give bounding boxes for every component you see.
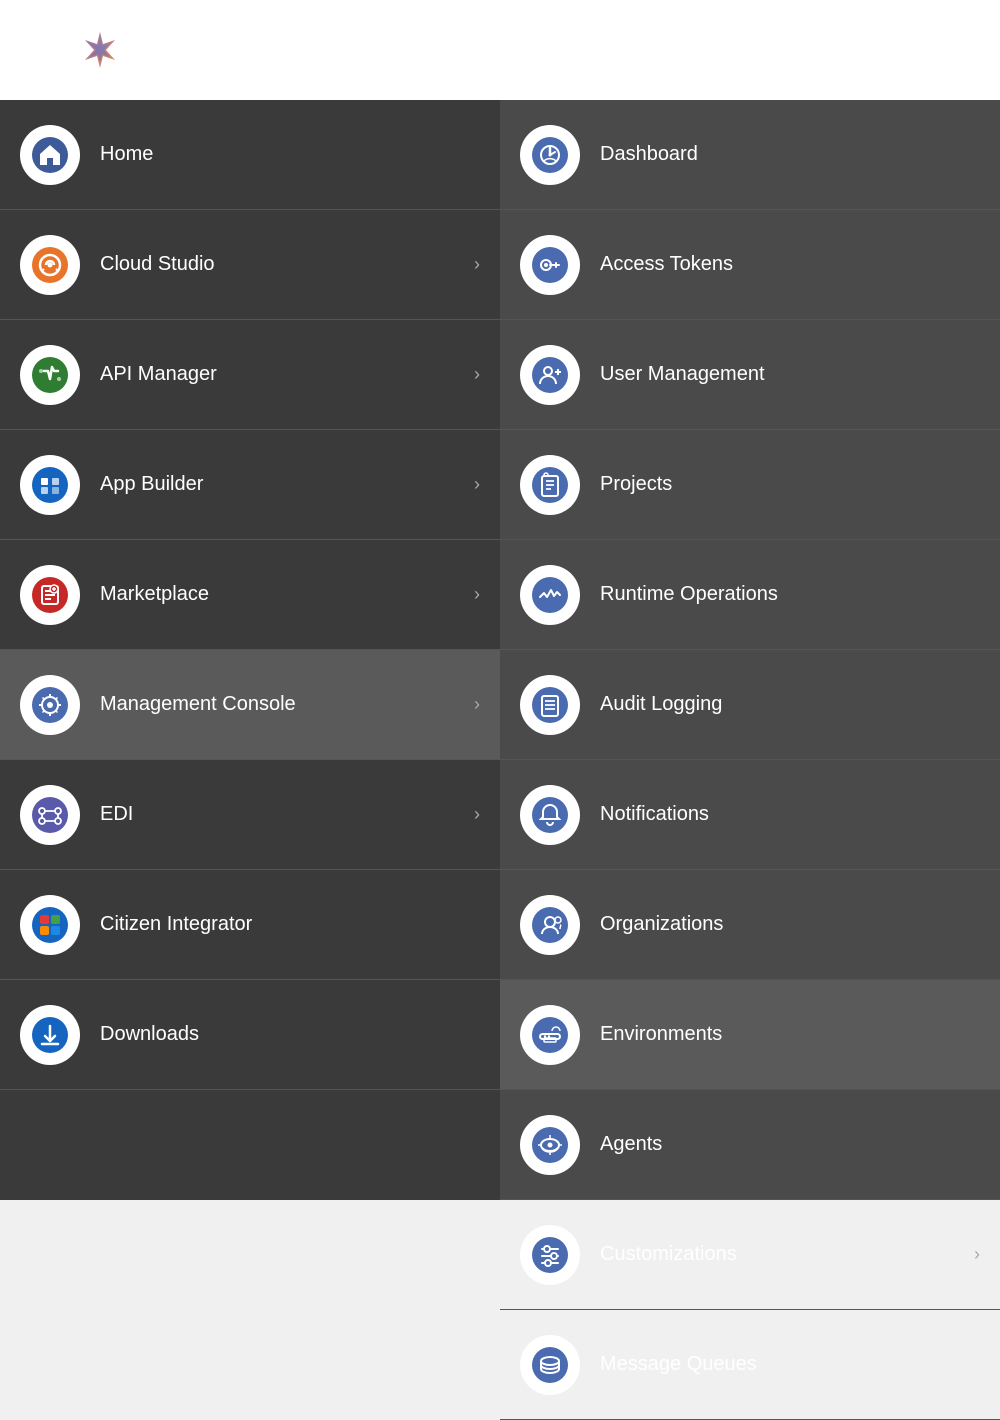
left-nav-label-downloads: Downloads — [100, 1023, 480, 1046]
organizations-icon — [520, 895, 580, 955]
right-nav-label-user-management: User Management — [600, 363, 980, 386]
app-builder-icon — [20, 455, 80, 515]
downloads-icon — [20, 1005, 80, 1065]
marketplace-icon — [20, 565, 80, 625]
left-nav-label-management-console: Management Console — [100, 693, 466, 716]
edi-icon — [20, 785, 80, 845]
right-nav-item-environments[interactable]: Environments — [500, 980, 1000, 1090]
chevron-right-icon: › — [474, 364, 480, 385]
user-management-icon — [520, 345, 580, 405]
right-nav-item-dashboard[interactable]: Dashboard — [500, 100, 1000, 210]
right-nav-item-runtime-operations[interactable]: Runtime Operations — [500, 540, 1000, 650]
left-nav-label-marketplace: Marketplace — [100, 583, 466, 606]
api-manager-icon — [20, 345, 80, 405]
left-nav-item-home[interactable]: Home — [0, 100, 500, 210]
chevron-right-icon: › — [474, 804, 480, 825]
right-nav: Dashboard Access Tokens User Management … — [500, 100, 1000, 1200]
cloud-studio-icon — [20, 235, 80, 295]
right-nav-label-environments: Environments — [600, 1023, 980, 1046]
right-nav-label-message-queues: Message Queues — [600, 1353, 980, 1376]
right-nav-label-audit-logging: Audit Logging — [600, 693, 980, 716]
right-nav-item-message-queues[interactable]: Message Queues — [500, 1310, 1000, 1420]
right-nav-item-audit-logging[interactable]: Audit Logging — [500, 650, 1000, 760]
jitterbit-logo-icon — [80, 30, 120, 70]
right-nav-label-customizations: Customizations — [600, 1243, 966, 1266]
right-nav-label-runtime-operations: Runtime Operations — [600, 583, 980, 606]
environments-icon — [520, 1005, 580, 1065]
left-nav-label-home: Home — [100, 143, 480, 166]
agents-icon — [520, 1115, 580, 1175]
left-nav-label-cloud-studio: Cloud Studio — [100, 253, 466, 276]
right-nav-item-access-tokens[interactable]: Access Tokens — [500, 210, 1000, 320]
right-nav-label-agents: Agents — [600, 1133, 980, 1156]
left-nav-label-api-manager: API Manager — [100, 363, 466, 386]
chevron-right-icon: › — [474, 254, 480, 275]
left-nav-item-cloud-studio[interactable]: Cloud Studio › — [0, 210, 500, 320]
left-nav-item-management-console[interactable]: Management Console › — [0, 650, 500, 760]
left-nav-item-api-manager[interactable]: API Manager › — [0, 320, 500, 430]
customizations-icon — [520, 1225, 580, 1285]
management-console-icon — [20, 675, 80, 735]
right-nav-item-organizations[interactable]: Organizations — [500, 870, 1000, 980]
dashboard-icon — [520, 125, 580, 185]
chevron-right-icon: › — [474, 694, 480, 715]
chevron-right-icon: › — [974, 1244, 980, 1265]
left-nav: Home Cloud Studio › API Manager › App Buil… — [0, 100, 500, 1200]
chevron-right-icon: › — [474, 584, 480, 605]
left-nav-item-marketplace[interactable]: Marketplace › — [0, 540, 500, 650]
right-nav-item-user-management[interactable]: User Management — [500, 320, 1000, 430]
home-icon — [20, 125, 80, 185]
left-nav-item-downloads[interactable]: Downloads — [0, 980, 500, 1090]
left-nav-label-edi: EDI — [100, 803, 466, 826]
citizen-integrator-icon — [20, 895, 80, 955]
right-nav-label-organizations: Organizations — [600, 913, 980, 936]
nav-container: Home Cloud Studio › API Manager › App Buil… — [0, 100, 1000, 1200]
runtime-operations-icon — [520, 565, 580, 625]
right-nav-item-customizations[interactable]: Customizations › — [500, 1200, 1000, 1310]
left-nav-label-app-builder: App Builder — [100, 473, 466, 496]
message-queues-icon — [520, 1335, 580, 1395]
right-nav-label-notifications: Notifications — [600, 803, 980, 826]
close-button[interactable] — [20, 28, 64, 72]
notifications-icon — [520, 785, 580, 845]
logo-area — [80, 30, 130, 70]
left-nav-item-edi[interactable]: EDI › — [0, 760, 500, 870]
left-nav-label-citizen-integrator: Citizen Integrator — [100, 913, 480, 936]
right-nav-label-dashboard: Dashboard — [600, 143, 980, 166]
access-tokens-icon — [520, 235, 580, 295]
right-nav-item-agents[interactable]: Agents — [500, 1090, 1000, 1200]
right-nav-label-projects: Projects — [600, 473, 980, 496]
right-nav-label-access-tokens: Access Tokens — [600, 253, 980, 276]
projects-icon — [520, 455, 580, 515]
right-nav-item-notifications[interactable]: Notifications — [500, 760, 1000, 870]
chevron-right-icon: › — [474, 474, 480, 495]
audit-logging-icon — [520, 675, 580, 735]
header — [0, 0, 1000, 100]
right-nav-item-projects[interactable]: Projects — [500, 430, 1000, 540]
left-nav-item-citizen-integrator[interactable]: Citizen Integrator — [0, 870, 500, 980]
left-nav-item-app-builder[interactable]: App Builder › — [0, 430, 500, 540]
